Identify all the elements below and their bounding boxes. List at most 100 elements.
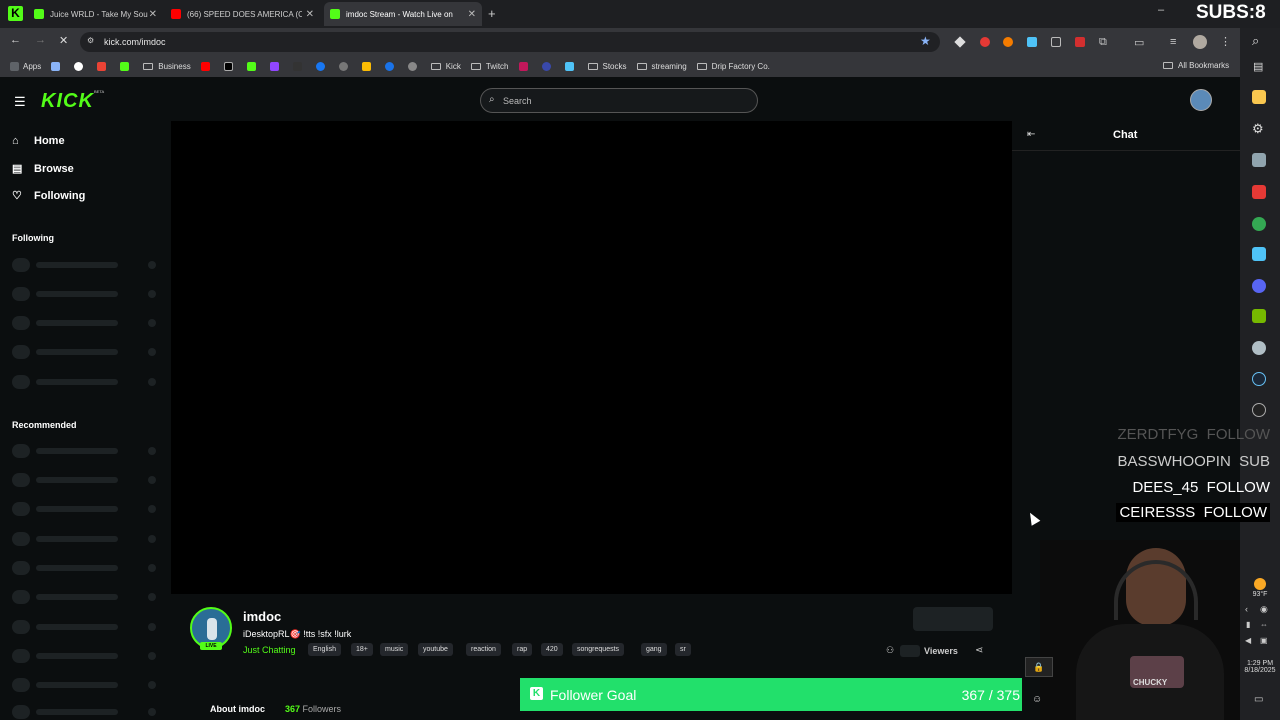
tag-chip[interactable]: sr [675,643,691,656]
url-field[interactable]: ⚙ kick.com/imdoc ★ [80,32,940,52]
bookmark-reddit[interactable] [338,62,352,71]
search-icon[interactable]: ⌕ [1252,33,1259,49]
obs-icon[interactable] [1252,403,1266,417]
back-icon[interactable]: ← [10,34,21,46]
reading-list-icon[interactable]: ▤ [1253,60,1263,73]
monitor-icon[interactable] [1252,153,1266,167]
collapse-chat-icon[interactable]: ⇤ [1027,129,1035,140]
cast-icon[interactable]: ≡ [1170,36,1176,48]
bookmark-youtube[interactable] [200,62,214,71]
nav-following[interactable]: ♡ Following [12,189,85,203]
bookmark-globe[interactable] [407,62,421,71]
bookmark-drip-factory[interactable]: Drip Factory Co. [696,62,770,71]
nav-browse[interactable]: ▤ Browse [12,162,74,176]
bookmark-arrow[interactable] [292,62,306,71]
taskbar-clock[interactable]: 1:29 PM 8/18/2025 [1240,660,1280,674]
network-icon[interactable]: ⇔ [1260,620,1268,629]
nvidia-icon[interactable] [1252,309,1266,323]
chrome-icon[interactable] [1252,217,1266,231]
minimize-icon[interactable]: – [1158,4,1164,16]
media-control-icon[interactable]: ▭ [1134,36,1144,49]
bookmark-c[interactable] [384,62,398,71]
bookmark-label: Apps [23,62,42,71]
extension-icon[interactable] [1075,37,1085,47]
bookmark-kick-folder[interactable]: Kick [430,62,461,71]
notifications-icon[interactable]: ▭ [1254,694,1263,705]
settings-gear-icon[interactable]: ⚙ [1252,121,1264,137]
extension-icon[interactable] [1051,37,1061,47]
adobe-icon[interactable] [1252,185,1266,199]
share-icon[interactable]: ⋖ [975,645,983,656]
weather-widget[interactable]: 93°F [1240,578,1280,598]
bookmark-stocks[interactable]: Stocks [587,62,627,71]
tab-speed[interactable]: (66) SPEED DOES AMERICA (OF ✕ [165,2,320,26]
close-tab-icon[interactable]: ✕ [306,9,314,20]
tag-chip[interactable]: 420 [541,643,563,656]
tab-juice-wrld[interactable]: Juice WRLD - Take My Sou ✕ [28,2,163,26]
search-icon: ⌕ [489,94,495,105]
bookmark-site[interactable] [120,62,133,71]
bookmark-kick[interactable] [246,62,260,71]
tag-chip[interactable]: gang [641,643,667,656]
stop-loading-icon[interactable]: ✕ [59,34,68,47]
cloud-icon[interactable] [1252,341,1266,355]
bookmark-google[interactable] [74,62,87,71]
profile-avatar-icon[interactable] [1193,35,1207,49]
follow-button-placeholder[interactable] [913,607,993,631]
chat-user-icon[interactable]: ☺ [1032,694,1042,705]
video-player[interactable] [171,121,1012,594]
bookmark-plane[interactable] [564,62,578,71]
bookmark-business[interactable]: Business [143,62,191,71]
extension-icon[interactable] [1027,37,1037,47]
search-input[interactable]: ⌕ Search [480,88,758,113]
battery-icon[interactable]: ▣ [1260,636,1268,645]
bookmark-x[interactable] [223,62,237,71]
tag-chip[interactable]: reaction [466,643,501,656]
bookmark-twitch-folder[interactable]: Twitch [470,62,509,71]
user-avatar[interactable] [1190,89,1212,111]
kick-logo[interactable]: KICK [41,90,94,113]
bookmark-apps[interactable]: Apps [10,62,41,71]
bookmark-drive[interactable] [361,62,375,71]
bookmark-star-icon[interactable]: ★ [920,34,931,48]
tag-chip[interactable]: 18+ [351,643,373,656]
tag-chip[interactable]: rap [512,643,533,656]
tag-chip[interactable]: English [308,643,341,656]
browser-menu-icon[interactable]: ⋮ [1220,35,1231,48]
bookmark-facebook[interactable] [315,62,329,71]
recommended-skeleton-item [12,561,162,575]
bookmark-streaming[interactable]: streaming [636,62,687,71]
all-bookmarks[interactable]: All Bookmarks [1163,61,1229,70]
volume-icon[interactable]: ◀ [1245,636,1251,645]
extension-icon[interactable] [1003,37,1013,47]
bookmark-twitch[interactable] [269,62,283,71]
chevron-left-icon[interactable]: ‹ [1245,604,1248,614]
tag-chip[interactable]: youtube [418,643,453,656]
site-info-icon[interactable]: ⚙ [87,36,94,45]
lock-icon: 🔒 [1025,657,1053,677]
bookmark-gmail[interactable] [97,62,110,71]
hamburger-menu-icon[interactable]: ☰ [14,94,26,110]
record-icon[interactable]: ◉ [1260,604,1268,615]
tag-chip[interactable]: songrequests [572,643,625,656]
alert-action: FOLLOW [1206,426,1270,443]
extension-icon[interactable] [980,37,990,47]
forward-icon[interactable]: → [35,34,46,46]
store-icon[interactable] [1252,247,1266,261]
discord-icon[interactable] [1252,279,1266,293]
close-tab-icon[interactable]: ✕ [149,9,157,20]
bookmark-tracker[interactable] [518,62,532,71]
bookmark-grid[interactable] [51,62,64,71]
puzzle-icon[interactable]: ⧉ [1099,36,1107,49]
channel-name[interactable]: imdoc [243,609,281,624]
bookmark-r[interactable] [541,62,555,71]
file-explorer-icon[interactable] [1252,90,1266,104]
steam-icon[interactable] [1252,372,1266,386]
mic-icon[interactable]: ▮ [1246,620,1250,629]
close-tab-icon[interactable]: ✕ [468,9,476,20]
tag-chip[interactable]: music [380,643,409,656]
stream-category[interactable]: Just Chatting [243,645,296,655]
tab-imdoc[interactable]: imdoc Stream - Watch Live on ✕ [324,2,482,26]
nav-home[interactable]: ⌂ Home [12,135,65,147]
new-tab-icon[interactable]: + [488,6,496,21]
